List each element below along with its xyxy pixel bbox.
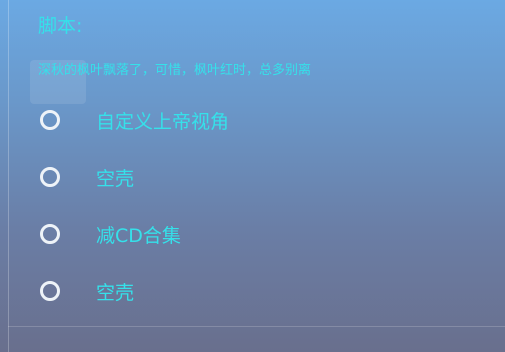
dialog-title: 脚本:	[38, 15, 83, 37]
option-label: 空壳	[96, 167, 135, 190]
option-reduce-cd-collection[interactable]: 减CD合集	[36, 217, 476, 251]
option-empty-shell-2[interactable]: 空壳	[36, 274, 476, 308]
option-empty-shell-1[interactable]: 空壳	[36, 160, 476, 194]
radio-button-icon[interactable]	[40, 110, 60, 130]
option-label: 空壳	[96, 281, 135, 304]
radio-button-icon[interactable]	[40, 224, 60, 244]
option-label: 减CD合集	[96, 224, 181, 247]
option-label: 自定义上帝视角	[96, 110, 230, 133]
script-dialog: 脚本: 深秋的枫叶飘落了，可惜，枫叶红时，总多别离 自定义上帝视角 空壳 减CD…	[0, 0, 505, 352]
radio-button-icon[interactable]	[40, 281, 60, 301]
footer-fine-print	[20, 327, 500, 351]
radio-button-icon[interactable]	[40, 167, 60, 187]
dialog-subtitle: 深秋的枫叶飘落了，可惜，枫叶红时，总多别离	[38, 63, 312, 78]
option-custom-god-view[interactable]: 自定义上帝视角	[36, 103, 476, 137]
